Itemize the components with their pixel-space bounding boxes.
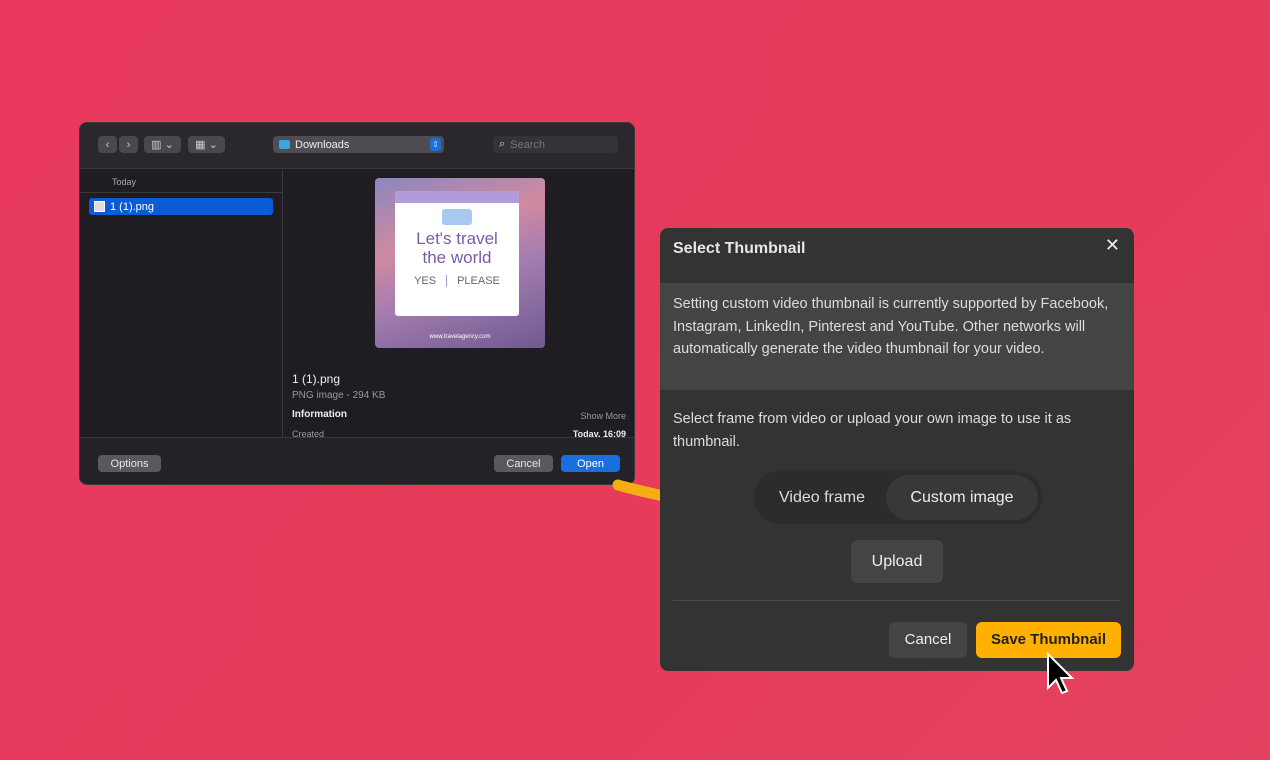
preview-thumbnail: Let's travel the world YES PLEASE www.tra… — [375, 178, 545, 348]
options-button[interactable]: Options — [98, 455, 161, 472]
search-input[interactable]: ⌕ Search — [493, 136, 618, 153]
mouse-cursor-icon — [1047, 652, 1075, 695]
file-row-selected[interactable]: 1 (1).png — [89, 198, 273, 215]
chevron-left-icon: ‹ — [105, 138, 110, 151]
search-icon: ⌕ — [499, 138, 506, 150]
dialog-title: Select Thumbnail — [673, 240, 806, 257]
show-more-link[interactable]: Show More — [580, 411, 626, 421]
upload-button[interactable]: Upload — [851, 540, 943, 583]
info-file-kind: PNG image - 294 KB — [292, 390, 386, 401]
preview-yes: YES — [414, 275, 437, 287]
tab-video-frame[interactable]: Video frame — [758, 489, 886, 507]
divider — [673, 600, 1121, 601]
select-thumbnail-dialog: Select Thumbnail ✕ Setting custom video … — [660, 228, 1134, 671]
location-label: Downloads — [295, 138, 350, 151]
search-placeholder: Search — [510, 138, 546, 151]
preview-headline-2: the world — [422, 248, 492, 267]
group-header: Today — [80, 170, 282, 193]
columns-icon: ▥ ⌄ — [151, 139, 174, 151]
image-file-icon — [94, 201, 105, 212]
preview-pane: Let's travel the world YES PLEASE www.tra… — [284, 170, 634, 439]
file-open-dialog: ‹ › ▥ ⌄ ▦ ⌄ Downloads ⇕ ⌕ Search Today 1… — [79, 122, 635, 485]
chevron-right-icon: › — [126, 138, 131, 151]
ticket-icon — [442, 209, 472, 225]
column-view-button[interactable]: ▥ ⌄ — [144, 136, 181, 153]
grid-icon: ▦ ⌄ — [195, 139, 218, 151]
info-heading: Information — [292, 409, 347, 420]
info-file-name: 1 (1).png — [292, 372, 341, 386]
grid-view-button[interactable]: ▦ ⌄ — [188, 136, 225, 153]
instruction-text: Select frame from video or upload your o… — [673, 411, 1072, 450]
file-name: 1 (1).png — [110, 200, 155, 213]
preview-headline-1: Let's travel — [416, 229, 498, 248]
notice-box: Setting custom video thumbnail is curren… — [660, 283, 1134, 390]
updown-chevron-icon: ⇕ — [430, 138, 441, 151]
preview-url: www.travelagency.com — [429, 334, 491, 340]
preview-please: PLEASE — [457, 275, 500, 287]
file-list: Today 1 (1).png — [80, 170, 283, 438]
source-toggle: Video frame Custom image — [754, 471, 1042, 524]
back-button[interactable]: ‹ — [98, 136, 117, 153]
close-icon[interactable]: ✕ — [1105, 235, 1120, 256]
forward-button[interactable]: › — [119, 136, 138, 153]
finder-toolbar: ‹ › ▥ ⌄ ▦ ⌄ Downloads ⇕ ⌕ Search — [80, 123, 634, 169]
folder-icon — [279, 140, 290, 149]
tab-custom-image[interactable]: Custom image — [886, 475, 1038, 520]
notice-text: Setting custom video thumbnail is curren… — [673, 296, 1109, 358]
location-select[interactable]: Downloads ⇕ — [273, 136, 444, 153]
cancel-button[interactable]: Cancel — [494, 455, 553, 472]
finder-footer: Options Cancel Open — [80, 437, 634, 484]
cancel-button[interactable]: Cancel — [889, 622, 967, 658]
